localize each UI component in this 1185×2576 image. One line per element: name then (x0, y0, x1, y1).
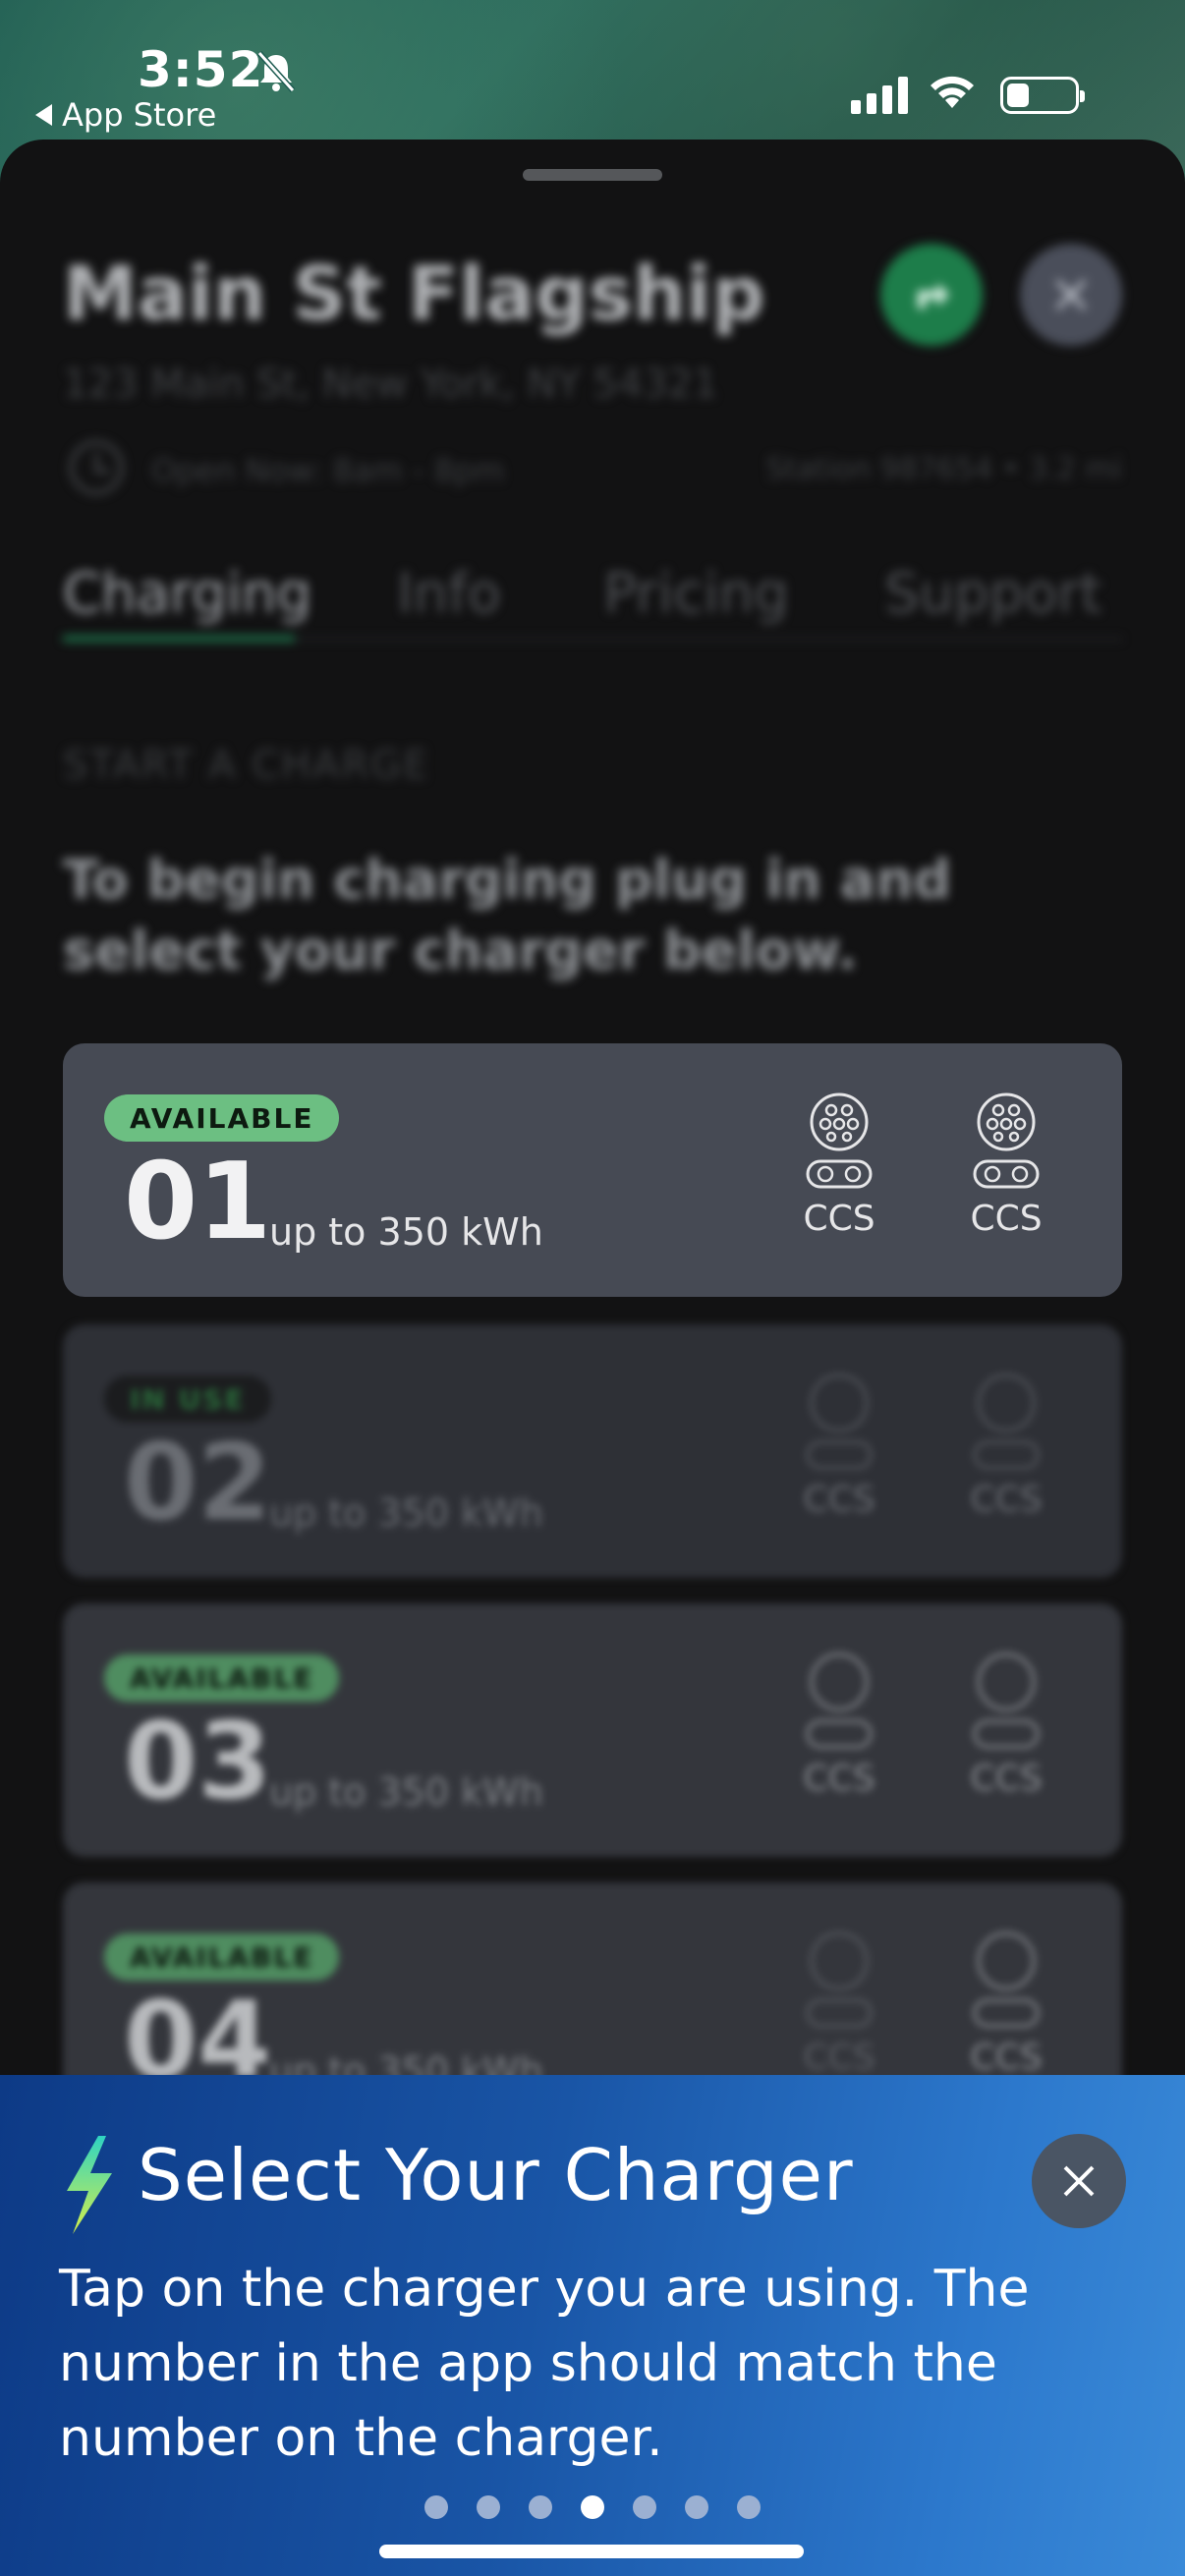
back-triangle-icon (35, 104, 52, 126)
ccs-connector-icon (973, 1092, 1040, 1189)
pagination-dot[interactable] (737, 2495, 761, 2519)
connector-label: CCS (970, 1480, 1043, 1520)
charger-card-03[interactable]: AVAILABLE 03 up to 350 kWh CCS CCS (63, 1603, 1122, 1857)
home-indicator (379, 2545, 804, 2558)
status-time: 3:52 (138, 41, 264, 98)
charger-power: up to 350 kWh (269, 1210, 543, 1254)
onboarding-tooltip: Select Your Charger Tap on the charger y… (0, 2075, 1185, 2576)
connector-label: CCS (970, 1199, 1043, 1239)
clock-icon (69, 440, 124, 495)
pagination-dots (424, 2495, 761, 2519)
pagination-dot[interactable] (477, 2495, 500, 2519)
station-meta: Station 987654 • 3.2 mi (765, 452, 1122, 486)
section-label: START A CHARGE (63, 743, 430, 788)
charger-card-01[interactable]: AVAILABLE 01 up to 350 kWh CCS CCS (63, 1043, 1122, 1297)
charger-number: 03 (124, 1701, 272, 1823)
back-app-label: App Store (62, 96, 217, 134)
pagination-dot[interactable] (633, 2495, 656, 2519)
pagination-dot[interactable] (685, 2495, 708, 2519)
ccs-connector-icon (806, 1652, 873, 1749)
station-name: Main St Flagship (63, 250, 765, 337)
directions-button[interactable] (880, 244, 983, 346)
connector: CCS (790, 1652, 888, 1799)
charger-number: 02 (124, 1422, 272, 1544)
connector-label: CCS (803, 1199, 875, 1239)
connector-label: CCS (970, 2038, 1043, 2078)
connector: CCS (957, 1373, 1055, 1520)
pagination-dot[interactable] (424, 2495, 448, 2519)
battery-icon (1000, 77, 1085, 114)
charger-number: 01 (124, 1141, 272, 1263)
connector: CCS (790, 1373, 888, 1520)
directions-arrow-icon (918, 283, 949, 308)
ccs-connector-icon (973, 1652, 1040, 1749)
ccs-connector-icon (806, 1092, 873, 1189)
status-bar: 3:52 App Store (0, 0, 1185, 147)
wifi-icon (931, 76, 974, 108)
connector: CCS (957, 1652, 1055, 1799)
connector-label: CCS (803, 2038, 875, 2078)
ccs-connector-icon (973, 1932, 1040, 2028)
status-badge: IN USE (104, 1375, 271, 1423)
connector-label: CCS (803, 1759, 875, 1799)
connector: CCS (790, 1932, 888, 2078)
active-tab-indicator (63, 636, 295, 642)
tab-charging[interactable]: Charging (63, 562, 311, 626)
connector-label: CCS (803, 1480, 875, 1520)
charge-instructions: To begin charging plug in and select you… (63, 849, 952, 981)
connector-label: CCS (970, 1759, 1043, 1799)
tab-pricing[interactable]: Pricing (603, 562, 789, 626)
close-icon (1063, 2165, 1095, 2197)
ccs-connector-icon (806, 1373, 873, 1470)
station-address: 123 Main St, New York, NY 54321 (63, 362, 718, 407)
sheet-drag-handle[interactable] (523, 169, 662, 181)
tab-support[interactable]: Support (884, 562, 1101, 626)
close-icon (1055, 279, 1087, 310)
charger-power: up to 350 kWh (269, 1770, 543, 1814)
status-badge: AVAILABLE (104, 1094, 340, 1142)
tooltip-body: Tap on the charger you are using. The nu… (59, 2260, 1030, 2468)
charger-power: up to 350 kWh (269, 1491, 543, 1535)
back-to-app-store[interactable]: App Store (35, 96, 216, 134)
connector: CCS (957, 1932, 1055, 2078)
station-hours: Open Now: 8am - 8pm (151, 452, 505, 489)
tooltip-close-button[interactable] (1032, 2134, 1126, 2228)
pagination-dot[interactable] (581, 2495, 604, 2519)
ccs-connector-icon (973, 1373, 1040, 1470)
cellular-signal-icon (851, 75, 908, 114)
lightning-bolt-icon (67, 2136, 112, 2234)
ccs-connector-icon (806, 1932, 873, 2028)
tooltip-title: Select Your Charger (138, 2134, 854, 2216)
close-sheet-button[interactable] (1020, 244, 1122, 346)
status-badge: AVAILABLE (104, 1933, 340, 1981)
bell-slash-icon (256, 50, 296, 93)
tab-info[interactable]: Info (397, 562, 501, 626)
pagination-dot[interactable] (529, 2495, 552, 2519)
connector: CCS (790, 1092, 888, 1239)
tab-bar: Charging Info Pricing Support (63, 562, 1122, 642)
status-badge: AVAILABLE (104, 1654, 340, 1702)
connector: CCS (957, 1092, 1055, 1239)
charger-card-02[interactable]: IN USE 02 up to 350 kWh CCS CCS (63, 1324, 1122, 1578)
